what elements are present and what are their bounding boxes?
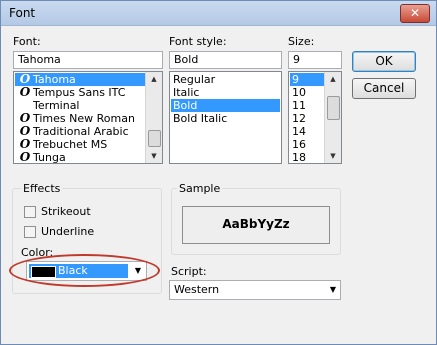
list-item-label: 11: [292, 99, 306, 112]
list-item-label: Bold Italic: [173, 112, 228, 125]
scroll-down-icon[interactable]: ▼: [146, 149, 162, 163]
list-item[interactable]: Bold: [171, 99, 280, 112]
underline-label[interactable]: Underline: [41, 225, 94, 238]
list-item-label: Terminal: [33, 99, 80, 112]
list-item-label: Regular: [173, 73, 216, 86]
scroll-up-icon[interactable]: ▲: [146, 72, 162, 86]
list-item-label: Trebuchet MS: [33, 138, 108, 151]
title-bar: Font ✕: [1, 1, 436, 26]
list-item[interactable]: Terminal: [15, 99, 145, 112]
list-item[interactable]: O Traditional Arabic: [15, 125, 145, 139]
font-style-input[interactable]: Bold: [169, 51, 282, 69]
cancel-button[interactable]: Cancel: [352, 78, 416, 99]
list-item-label: Italic: [173, 86, 200, 99]
list-item[interactable]: 10: [290, 86, 324, 99]
script-select[interactable]: Western ▼: [169, 280, 341, 300]
list-item-label: Times New Roman: [33, 112, 135, 125]
scroll-up-icon[interactable]: ▲: [325, 72, 341, 86]
font-list[interactable]: O Tahoma O Tempus Sans ITC Terminal O Times Ne…: [13, 71, 163, 164]
list-item-label: 9: [292, 73, 299, 86]
list-item-label: 10: [292, 86, 306, 99]
list-item-label: 18: [292, 151, 306, 164]
size-list-scrollbar[interactable]: ▲ ▼: [324, 72, 341, 163]
list-item-label: 16: [292, 138, 306, 151]
sample-preview: AaBbYyZz: [182, 206, 330, 244]
sample-label: Sample: [177, 182, 223, 195]
list-item[interactable]: Bold Italic: [171, 112, 280, 125]
list-item-label: Tahoma: [33, 73, 76, 86]
list-item[interactable]: 12: [290, 112, 324, 125]
font-type-icon: O: [19, 150, 31, 164]
effects-label: Effects: [21, 182, 63, 195]
annotation-circle: [9, 254, 160, 287]
list-item[interactable]: O Tunga: [15, 151, 145, 164]
list-item[interactable]: Italic: [171, 86, 280, 99]
font-style-label: Font style:: [169, 35, 227, 48]
font-list-scrollbar[interactable]: ▲ ▼: [145, 72, 162, 163]
font-style-list[interactable]: Regular Italic Bold Bold Italic: [169, 71, 282, 164]
ok-button[interactable]: OK: [352, 51, 416, 72]
list-item-label: Bold: [173, 99, 198, 112]
list-item[interactable]: Regular: [171, 73, 280, 86]
list-item[interactable]: O Tahoma: [15, 73, 145, 86]
list-item[interactable]: 14: [290, 125, 324, 138]
close-icon: ✕: [409, 6, 421, 20]
list-item[interactable]: 16: [290, 138, 324, 151]
scroll-thumb[interactable]: [327, 96, 340, 120]
scroll-down-icon[interactable]: ▼: [325, 149, 341, 163]
underline-checkbox[interactable]: [24, 226, 36, 238]
list-item[interactable]: O Times New Roman: [15, 112, 145, 126]
font-type-icon: O: [19, 85, 31, 99]
font-name-input[interactable]: Tahoma: [13, 51, 163, 69]
script-label: Script:: [171, 265, 207, 278]
list-item-label: 14: [292, 125, 306, 138]
font-dialog: Font ✕ Font: Tahoma O Tahoma O Tempus Sans …: [0, 0, 437, 345]
strikeout-checkbox[interactable]: [24, 206, 36, 218]
list-item-label: 12: [292, 112, 306, 125]
dialog-title: Font: [9, 6, 36, 20]
script-value: Western: [174, 283, 220, 296]
strikeout-label[interactable]: Strikeout: [41, 205, 91, 218]
scroll-thumb[interactable]: [148, 130, 161, 147]
size-label: Size:: [288, 35, 315, 48]
font-label: Font:: [13, 35, 41, 48]
chevron-down-icon[interactable]: ▼: [330, 285, 336, 294]
list-item[interactable]: 18: [290, 151, 324, 164]
list-item-label: Traditional Arabic: [33, 125, 129, 138]
list-item[interactable]: 9: [290, 73, 324, 86]
close-button[interactable]: ✕: [400, 4, 430, 23]
list-item-label: Tunga: [33, 151, 66, 164]
size-list[interactable]: 9 10 11 12 14 16 18 ▲ ▼: [288, 71, 342, 164]
list-item-label: Tempus Sans ITC: [33, 86, 126, 99]
list-item[interactable]: O Trebuchet MS: [15, 138, 145, 152]
list-item[interactable]: O Tempus Sans ITC: [15, 85, 145, 100]
size-input[interactable]: 9: [288, 51, 342, 69]
list-item[interactable]: 11: [290, 99, 324, 112]
